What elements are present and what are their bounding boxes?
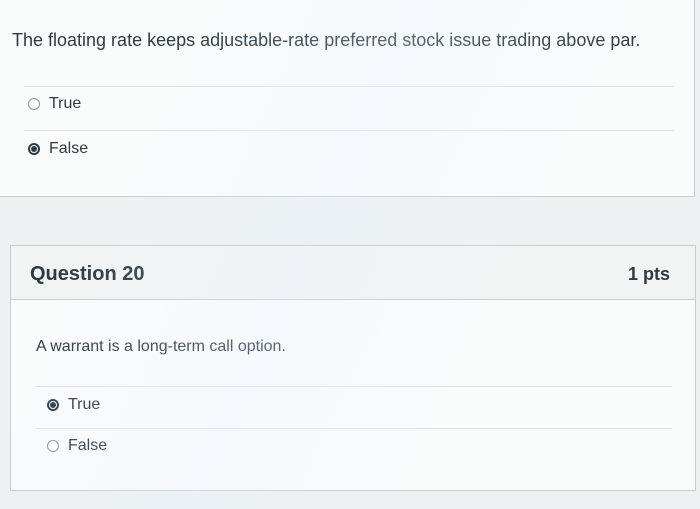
question-text: A warrant is a long-term call option. [36, 338, 286, 355]
question-text: The floating rate keeps adjustable-rate … [12, 30, 641, 50]
answer-divider [36, 386, 672, 387]
question-card-20: Question 20 1 pts A warrant is a long-te… [10, 245, 696, 491]
answer-option-true[interactable]: True [47, 396, 100, 414]
answer-label: False [49, 140, 89, 157]
answer-option-false[interactable]: False [28, 140, 88, 158]
answer-option-false[interactable]: False [47, 437, 107, 455]
radio-button-selected[interactable] [47, 399, 59, 411]
answer-label: True [68, 396, 101, 413]
question-points: 1 pts [627, 264, 670, 284]
radio-button-selected[interactable] [28, 143, 40, 155]
answer-label: False [68, 437, 108, 454]
answer-option-true[interactable]: True [28, 95, 81, 113]
question-header: Question 20 1 pts [11, 246, 695, 300]
radio-button-unselected[interactable] [28, 98, 40, 110]
question-card-previous: The floating rate keeps adjustable-rate … [0, 0, 695, 197]
answer-label: True [49, 95, 82, 112]
answer-divider [24, 86, 674, 87]
radio-button-unselected[interactable] [47, 440, 59, 452]
question-title: Question 20 [30, 263, 145, 285]
answer-divider [24, 130, 674, 131]
answer-divider [36, 428, 672, 429]
